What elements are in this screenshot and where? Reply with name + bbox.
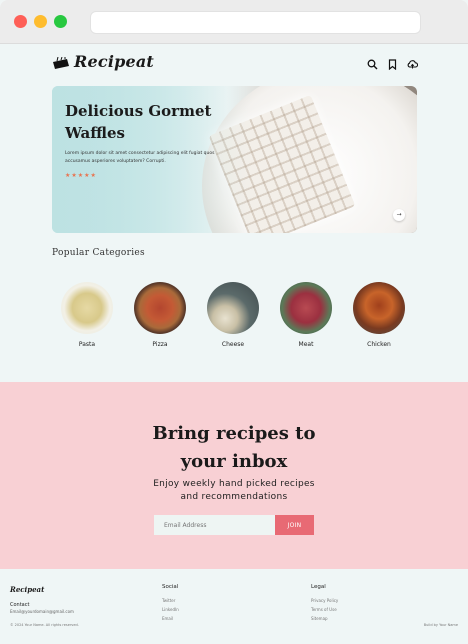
- page: Recipeat Delicious Gormet Waffles Lorem …: [0, 44, 468, 644]
- footer-link-privacy[interactable]: Privacy Policy: [311, 596, 338, 605]
- category-pasta[interactable]: Pasta: [60, 282, 114, 348]
- hero-arrow-button[interactable]: →: [393, 209, 405, 221]
- footer: Recipeat Contact Email@yourdomain@gmail.…: [0, 569, 468, 644]
- bookmark-icon[interactable]: [387, 55, 398, 71]
- category-label: Pizza: [152, 341, 168, 348]
- footer-social: Social Twitter LinkedIn Email: [162, 584, 179, 623]
- footer-credit: Build by Your Name: [423, 623, 458, 627]
- footer-logo[interactable]: Recipeat: [10, 585, 44, 594]
- newsletter-subtitle-line2: and recommendations: [180, 492, 288, 502]
- hero-banner[interactable]: Delicious Gormet Waffles Lorem ipsum dol…: [52, 86, 417, 233]
- categories-heading: Popular Categories: [52, 248, 145, 258]
- newsletter-form: JOIN: [154, 515, 314, 535]
- chicken-image: [353, 282, 405, 334]
- footer-legal-heading: Legal: [311, 584, 326, 590]
- cloud-upload-icon[interactable]: [407, 55, 419, 69]
- category-cheese[interactable]: Cheese: [206, 282, 260, 348]
- newsletter-subtitle-line1: Enjoy weekly hand picked recipes: [153, 479, 315, 489]
- footer-email-link[interactable]: Email@yourdomain@gmail.com: [10, 609, 74, 614]
- category-meat[interactable]: Meat: [279, 282, 333, 348]
- pizza-image: [134, 282, 186, 334]
- window-close-button[interactable]: [14, 15, 27, 28]
- hero-description: Lorem ipsum dolor sit amet consectetur a…: [65, 151, 215, 164]
- rating-stars: ★★★★★: [65, 172, 97, 179]
- footer-copyright: © 2024 Your Name. All rights reserved.: [10, 623, 79, 627]
- search-icon[interactable]: [367, 55, 378, 70]
- footer-link-sitemap[interactable]: Sitemap: [311, 614, 338, 623]
- category-pizza[interactable]: Pizza: [133, 282, 187, 348]
- join-button[interactable]: JOIN: [275, 515, 314, 535]
- footer-link-email[interactable]: Email: [162, 614, 179, 623]
- newsletter-title: Bring recipes to your inbox: [0, 420, 468, 476]
- footer-link-twitter[interactable]: Twitter: [162, 596, 179, 605]
- email-input[interactable]: [154, 515, 275, 535]
- footer-link-terms[interactable]: Terms of Use: [311, 605, 338, 614]
- newsletter-subtitle: Enjoy weekly hand picked recipes and rec…: [0, 478, 468, 504]
- newsletter-title-line1: Bring recipes to: [152, 423, 316, 444]
- window-maximize-button[interactable]: [54, 15, 67, 28]
- chef-hat-icon: [52, 55, 70, 69]
- cheese-image: [207, 282, 259, 334]
- address-bar[interactable]: [90, 11, 421, 34]
- category-chicken[interactable]: Chicken: [352, 282, 406, 348]
- category-label: Cheese: [221, 341, 245, 348]
- category-label: Chicken: [367, 341, 391, 348]
- footer-legal: Legal Privacy Policy Terms of Use Sitema…: [311, 584, 338, 623]
- browser-chrome: [0, 0, 468, 44]
- pasta-image: [61, 282, 113, 334]
- meat-image: [280, 282, 332, 334]
- brand-logo[interactable]: Recipeat: [52, 52, 154, 71]
- footer-contact-label: Contact: [10, 602, 30, 608]
- footer-link-linkedin[interactable]: LinkedIn: [162, 605, 179, 614]
- brand-name: Recipeat: [74, 52, 155, 71]
- category-label: Pasta: [78, 341, 96, 348]
- window-minimize-button[interactable]: [34, 15, 47, 28]
- newsletter-section: Bring recipes to your inbox Enjoy weekly…: [0, 382, 468, 569]
- footer-social-heading: Social: [162, 584, 179, 590]
- newsletter-title-line2: your inbox: [180, 451, 288, 472]
- category-list: Pasta Pizza Cheese Meat Chicken: [60, 282, 406, 348]
- category-label: Meat: [298, 341, 314, 348]
- header-actions: [367, 55, 419, 71]
- hero-title: Delicious Gormet Waffles: [65, 102, 212, 142]
